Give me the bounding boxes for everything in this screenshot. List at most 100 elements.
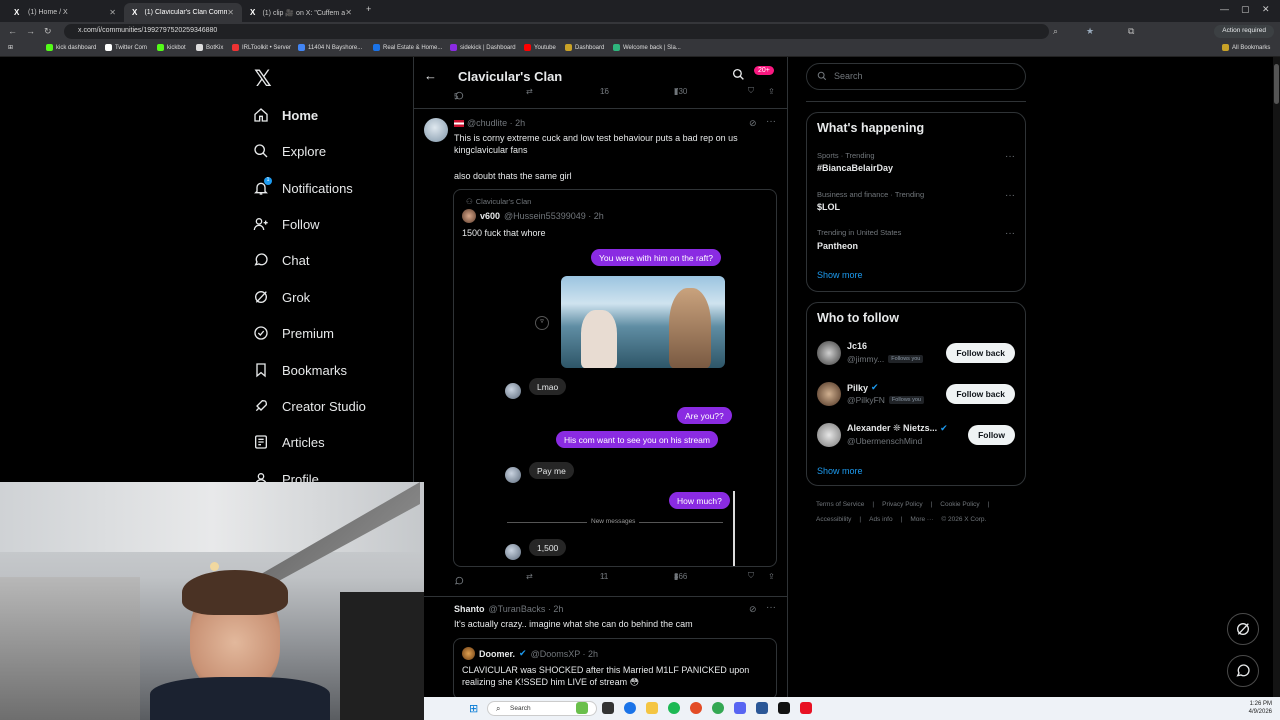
quoted-post[interactable]: Doomer. ✔ @DoomsXP · 2h CLAVICULAR was S…: [453, 638, 777, 700]
chat-button[interactable]: [1227, 655, 1259, 687]
tab-home[interactable]: X (1) Home / X ✕: [6, 3, 124, 22]
grok-button[interactable]: [1227, 613, 1259, 645]
system-clock[interactable]: 1:26 PM 4/9/2026: [1249, 700, 1272, 716]
nav-notifications[interactable]: 1 Notifications: [252, 176, 353, 200]
back-icon[interactable]: ←: [8, 26, 17, 36]
bookmark-item[interactable]: BotKix: [196, 44, 223, 51]
chrome-icon[interactable]: [712, 702, 724, 714]
nav-chat[interactable]: Chat: [252, 248, 309, 272]
extensions-icon[interactable]: ⧉: [1128, 26, 1134, 37]
x-logo-icon[interactable]: 𝕏: [254, 66, 272, 92]
url-field[interactable]: x.com/i/communities/1992797520259346880: [64, 24, 1049, 39]
bookmark-item[interactable]: Dashboard: [565, 44, 604, 51]
nav-premium[interactable]: Premium: [252, 321, 334, 345]
bookmark-item[interactable]: Youtube: [524, 44, 556, 51]
reload-icon[interactable]: ↻: [44, 26, 52, 37]
search-input[interactable]: Search: [806, 63, 1026, 90]
trend-name[interactable]: Pantheon: [817, 241, 858, 251]
reply-button[interactable]: 5: [454, 91, 464, 101]
apps-icon[interactable]: ⊞: [8, 44, 13, 51]
app-icon[interactable]: [690, 702, 702, 714]
taskview-icon[interactable]: [602, 702, 614, 714]
bookmark-item[interactable]: Real Estate & Home...: [373, 44, 442, 51]
footer-link[interactable]: Privacy Policy: [882, 501, 922, 508]
follow-back-button[interactable]: Follow back: [946, 384, 1015, 404]
community-badge[interactable]: 20+: [754, 66, 774, 75]
suggestion-name[interactable]: Jc16: [847, 341, 867, 351]
nav-bookmarks[interactable]: Bookmarks: [252, 358, 347, 382]
search-icon[interactable]: [732, 68, 745, 86]
avatar[interactable]: [817, 423, 841, 447]
more-options-icon[interactable]: ···: [1005, 190, 1015, 201]
suggestion-name[interactable]: Pilky ✔: [847, 382, 879, 393]
nav-explore[interactable]: Explore: [252, 139, 326, 163]
zoom-icon[interactable]: ⌕: [1053, 26, 1058, 37]
tab-community[interactable]: X (1) Clavicular's Clan Communi... ✕: [124, 3, 242, 22]
forward-icon[interactable]: →: [26, 26, 35, 36]
reply-button[interactable]: [454, 576, 464, 586]
forward-icon[interactable]: ▿: [535, 316, 549, 330]
post-handle[interactable]: @chudlite · 2h: [467, 118, 525, 128]
back-arrow-icon[interactable]: ←: [424, 68, 437, 83]
minimize-icon[interactable]: —: [1220, 4, 1229, 14]
footer-link[interactable]: More ···: [910, 516, 933, 523]
show-more-link[interactable]: Show more: [817, 466, 863, 476]
all-bookmarks[interactable]: All Bookmarks: [1222, 44, 1270, 51]
bookmark-item[interactable]: kickbot: [157, 44, 186, 51]
app-icon[interactable]: [800, 702, 812, 714]
avatar[interactable]: [424, 118, 448, 142]
follow-back-button[interactable]: Follow back: [946, 343, 1015, 363]
nav-creator-studio[interactable]: Creator Studio: [252, 394, 366, 418]
more-options-icon[interactable]: ···: [1005, 151, 1015, 162]
nav-follow[interactable]: Follow: [252, 212, 320, 236]
action-required-button[interactable]: Action required: [1214, 25, 1274, 38]
grok-icon[interactable]: ⊘: [749, 604, 757, 615]
more-options-icon[interactable]: ···: [766, 602, 776, 613]
footer-link[interactable]: Terms of Service: [816, 501, 864, 508]
close-icon[interactable]: ✕: [109, 8, 116, 17]
trend-name[interactable]: #BiancaBelairDay: [817, 163, 893, 173]
bookmark-item[interactable]: kick dashboard: [46, 44, 96, 51]
folder-icon[interactable]: [646, 702, 658, 714]
chat-photo[interactable]: [561, 276, 725, 368]
footer-link[interactable]: Ads info: [869, 516, 893, 523]
avatar[interactable]: [817, 341, 841, 365]
bookmark-item[interactable]: Twitter Com: [105, 44, 147, 51]
grok-icon[interactable]: ⊘: [749, 118, 757, 129]
close-icon[interactable]: ✕: [345, 8, 352, 17]
new-tab-icon[interactable]: +: [366, 4, 371, 14]
footer-link[interactable]: Cookie Policy: [940, 501, 979, 508]
quoted-post[interactable]: ⚇ Clavicular's Clan v600 @Hussein55399049…: [453, 189, 777, 567]
scrollbar-thumb[interactable]: [1274, 64, 1279, 104]
avatar[interactable]: [817, 382, 841, 406]
bookmark-item[interactable]: 11404 N Bayshore...: [298, 44, 362, 51]
suggestion-name[interactable]: Alexander ❊ Nietzs... ✔: [847, 423, 948, 434]
nav-home[interactable]: Home: [252, 103, 318, 127]
discord-icon[interactable]: [734, 702, 746, 714]
close-icon[interactable]: ✕: [227, 8, 234, 17]
x-app-icon[interactable]: [778, 702, 790, 714]
more-options-icon[interactable]: ···: [1005, 228, 1015, 239]
footer-link[interactable]: Accessibility: [816, 516, 851, 523]
maximize-icon[interactable]: ▢: [1241, 4, 1250, 15]
chrome-icon[interactable]: [624, 702, 636, 714]
nav-articles[interactable]: Articles: [252, 430, 325, 454]
bookmark-item[interactable]: Welcome back | Sla...: [613, 44, 681, 51]
star-icon[interactable]: ★: [1086, 26, 1094, 37]
windows-start-icon[interactable]: ⊞: [469, 702, 478, 715]
app-icon[interactable]: [756, 702, 768, 714]
scrollbar[interactable]: [1273, 57, 1280, 697]
trend-name[interactable]: $LOL: [817, 202, 840, 212]
follow-button[interactable]: Follow: [968, 425, 1015, 445]
window-close-icon[interactable]: ✕: [1262, 4, 1270, 15]
bookmark-item[interactable]: sidekick | Dashboard: [450, 44, 516, 51]
post-author-name[interactable]: Shanto: [454, 604, 485, 614]
bookmark-item[interactable]: IRLToolkit • Server: [232, 44, 291, 51]
more-options-icon[interactable]: ···: [766, 116, 776, 127]
tab-clip[interactable]: X (1) clip 🎥 on X: "Cuffem abou... ✕: [242, 3, 360, 22]
app-icon[interactable]: [576, 702, 588, 714]
nav-grok[interactable]: Grok: [252, 285, 310, 309]
post-handle[interactable]: @TuranBacks · 2h: [489, 604, 564, 614]
spotify-icon[interactable]: [668, 702, 680, 714]
show-more-link[interactable]: Show more: [817, 270, 863, 280]
